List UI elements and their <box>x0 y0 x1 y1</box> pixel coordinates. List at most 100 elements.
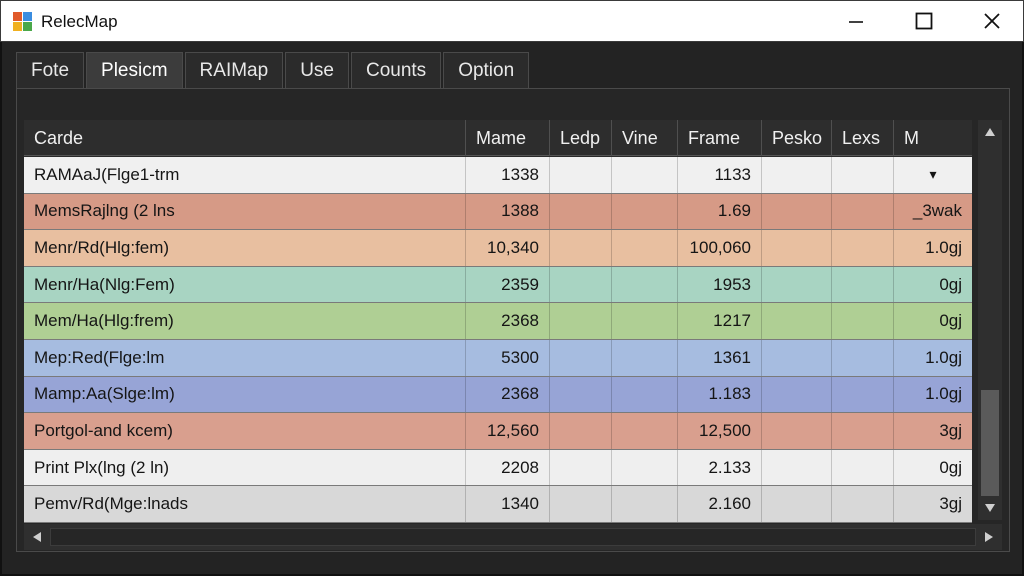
cell-pesko <box>762 230 832 266</box>
tab-use[interactable]: Use <box>285 52 349 88</box>
close-button[interactable] <box>963 1 1021 41</box>
cell-vine <box>612 339 678 376</box>
tab-raimap[interactable]: RAIMap <box>184 52 284 88</box>
table-row[interactable]: Mep:Red(Flge:lm 5300 1361 1.0gj <box>24 339 972 377</box>
cell-m: 0gj <box>939 274 962 294</box>
cell-m: 3gj <box>939 420 962 440</box>
table-row[interactable]: Menr/Ha(Nlg:Fem) 2359 1953 0gj <box>24 266 972 304</box>
tab-bar: Fote Plesicm RAIMap Use Counts Option <box>16 52 531 88</box>
cell-ledp <box>550 449 612 486</box>
cell-vine <box>612 193 678 230</box>
column-header-frame[interactable]: Frame <box>678 120 762 156</box>
table-row[interactable]: RAMAaJ(Flge1-trm 1338 1133 ▾ <box>24 157 972 194</box>
cell-carde: MemsRajlng (2 lns <box>24 193 466 230</box>
cell-mame: 1388 <box>466 193 550 230</box>
scroll-down-arrow-icon[interactable] <box>978 496 1002 520</box>
cell-lexs <box>832 157 894 193</box>
horizontal-scrollbar[interactable] <box>24 524 1002 550</box>
table-row[interactable]: MemsRajlng (2 lns 1388 1.69 _3wak <box>24 193 972 231</box>
cell-ledp <box>550 303 612 339</box>
cell-mame: 10,340 <box>466 230 550 266</box>
cell-frame: 1361 <box>678 339 762 376</box>
cell-mame: 2359 <box>466 266 550 303</box>
vertical-scrollbar[interactable] <box>978 120 1002 520</box>
tab-fote[interactable]: Fote <box>16 52 85 88</box>
cell-lexs <box>832 339 894 376</box>
cell-mame: 2368 <box>466 376 550 413</box>
cell-lexs <box>832 303 894 339</box>
table-row[interactable]: Menr/Rd(Hlg:fem) 10,340 100,060 1.0gj <box>24 230 972 267</box>
table-row[interactable]: Portgol-and kcem) 12,560 12,500 3gj <box>24 413 972 450</box>
cell-lexs <box>832 193 894 230</box>
close-icon <box>984 13 1000 29</box>
cell-ledp <box>550 230 612 266</box>
cell-mame: 1340 <box>466 486 550 522</box>
minimize-icon <box>849 21 863 23</box>
cell-m: _3wak <box>912 201 962 221</box>
cell-m: 1.0gj <box>925 237 962 257</box>
cell-ledp <box>550 339 612 376</box>
cell-frame: 1.69 <box>678 193 762 230</box>
cell-frame: 1953 <box>678 266 762 303</box>
cell-carde: Pemv/Rd(Mge:lnads <box>24 486 466 522</box>
cell-vine <box>612 413 678 449</box>
column-header-m[interactable]: M <box>894 120 972 156</box>
cell-ledp <box>550 266 612 303</box>
cell-vine <box>612 486 678 522</box>
cell-m: 1.0gj <box>925 347 962 367</box>
cell-frame: 2.160 <box>678 486 762 522</box>
grid-header: Carde Mame Ledp Vine Frame Pesko Lexs M <box>24 120 972 156</box>
tab-option[interactable]: Option <box>443 52 530 88</box>
tab-plesicm[interactable]: Plesicm <box>86 52 183 88</box>
cell-frame: 1217 <box>678 303 762 339</box>
table-row[interactable]: Print Plx(lng (2 ln) 2208 2.133 0gj <box>24 449 972 487</box>
cell-carde: Mem/Ha(Hlg:frem) <box>24 303 466 339</box>
cell-ledp <box>550 376 612 413</box>
cell-vine <box>612 303 678 339</box>
cell-lexs <box>832 486 894 522</box>
column-header-lexs[interactable]: Lexs <box>832 120 894 156</box>
tab-counts[interactable]: Counts <box>350 52 442 88</box>
row-dropdown-chevron-icon[interactable]: ▾ <box>894 157 972 193</box>
column-header-mame[interactable]: Mame <box>466 120 550 156</box>
cell-pesko <box>762 193 832 230</box>
table-row[interactable]: Mem/Ha(Hlg:frem) 2368 1217 0gj <box>24 303 972 340</box>
cell-carde: Portgol-and kcem) <box>24 413 466 449</box>
cell-pesko <box>762 413 832 449</box>
title-bar[interactable]: RelecMap <box>0 0 1024 42</box>
column-header-ledp[interactable]: Ledp <box>550 120 612 156</box>
cell-carde: Menr/Ha(Nlg:Fem) <box>24 266 466 303</box>
cell-vine <box>612 449 678 486</box>
cell-carde: Mep:Red(Flge:lm <box>24 339 466 376</box>
cell-ledp <box>550 413 612 449</box>
cell-m: 0gj <box>939 457 962 477</box>
data-grid[interactable]: Carde Mame Ledp Vine Frame Pesko Lexs M … <box>24 120 972 523</box>
horizontal-scroll-track[interactable] <box>50 528 976 546</box>
app-grid-icon <box>13 12 33 32</box>
maximize-button[interactable] <box>895 1 953 41</box>
cell-m: 3gj <box>939 494 962 514</box>
cell-lexs <box>832 449 894 486</box>
table-row[interactable]: Mamp:Aa(Slge:lm) 2368 1.183 1.0gj <box>24 376 972 414</box>
cell-carde: Print Plx(lng (2 ln) <box>24 449 466 486</box>
scroll-up-arrow-icon[interactable] <box>978 120 1002 144</box>
scroll-left-arrow-icon[interactable] <box>24 524 50 550</box>
cell-m: 1.0gj <box>925 384 962 404</box>
column-header-pesko[interactable]: Pesko <box>762 120 832 156</box>
column-header-vine[interactable]: Vine <box>612 120 678 156</box>
cell-pesko <box>762 376 832 413</box>
cell-mame: 12,560 <box>466 413 550 449</box>
cell-vine <box>612 230 678 266</box>
column-header-carde[interactable]: Carde <box>24 120 466 156</box>
vertical-scroll-thumb[interactable] <box>981 390 999 496</box>
scroll-right-arrow-icon[interactable] <box>976 524 1002 550</box>
cell-frame: 12,500 <box>678 413 762 449</box>
minimize-button[interactable] <box>827 1 885 41</box>
cell-pesko <box>762 303 832 339</box>
table-row[interactable]: Pemv/Rd(Mge:lnads 1340 2.160 3gj <box>24 486 972 523</box>
window-title: RelecMap <box>41 12 118 31</box>
cell-m: 0gj <box>939 311 962 331</box>
cell-mame: 1338 <box>466 157 550 193</box>
maximize-icon <box>915 12 933 30</box>
cell-mame: 2368 <box>466 303 550 339</box>
